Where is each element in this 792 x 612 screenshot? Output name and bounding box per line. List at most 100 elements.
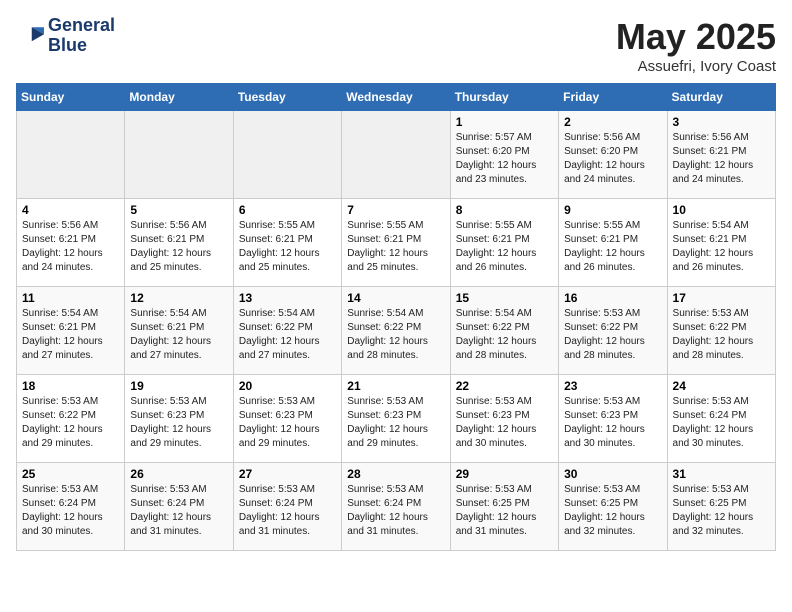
weekday-header-saturday: Saturday (667, 84, 775, 111)
day-number: 1 (456, 115, 553, 129)
calendar-cell: 29 Sunrise: 5:53 AM Sunset: 6:25 PM Dayl… (450, 463, 558, 551)
calendar-cell: 27 Sunrise: 5:53 AM Sunset: 6:24 PM Dayl… (233, 463, 341, 551)
day-info: Sunrise: 5:55 AM Sunset: 6:21 PM Dayligh… (456, 219, 553, 275)
calendar-cell: 31 Sunrise: 5:53 AM Sunset: 6:25 PM Dayl… (667, 463, 775, 551)
calendar-cell: 22 Sunrise: 5:53 AM Sunset: 6:23 PM Dayl… (450, 375, 558, 463)
day-info: Sunrise: 5:53 AM Sunset: 6:23 PM Dayligh… (456, 395, 553, 451)
day-info: Sunrise: 5:53 AM Sunset: 6:24 PM Dayligh… (22, 483, 119, 539)
day-number: 21 (347, 379, 444, 393)
calendar-title: May 2025 (616, 16, 776, 58)
calendar-cell: 1 Sunrise: 5:57 AM Sunset: 6:20 PM Dayli… (450, 111, 558, 199)
day-number: 11 (22, 291, 119, 305)
day-number: 31 (673, 467, 770, 481)
weekday-header-sunday: Sunday (17, 84, 125, 111)
day-number: 27 (239, 467, 336, 481)
day-number: 6 (239, 203, 336, 217)
day-number: 3 (673, 115, 770, 129)
calendar-subtitle: Assuefri, Ivory Coast (616, 58, 776, 75)
calendar-cell: 20 Sunrise: 5:53 AM Sunset: 6:23 PM Dayl… (233, 375, 341, 463)
weekday-header-friday: Friday (559, 84, 667, 111)
calendar-week-row: 11 Sunrise: 5:54 AM Sunset: 6:21 PM Dayl… (17, 287, 776, 375)
day-info: Sunrise: 5:54 AM Sunset: 6:21 PM Dayligh… (673, 219, 770, 275)
day-number: 8 (456, 203, 553, 217)
calendar-cell: 28 Sunrise: 5:53 AM Sunset: 6:24 PM Dayl… (342, 463, 450, 551)
calendar-cell: 5 Sunrise: 5:56 AM Sunset: 6:21 PM Dayli… (125, 199, 233, 287)
calendar-cell (342, 111, 450, 199)
calendar-cell: 13 Sunrise: 5:54 AM Sunset: 6:22 PM Dayl… (233, 287, 341, 375)
day-number: 14 (347, 291, 444, 305)
calendar-cell: 6 Sunrise: 5:55 AM Sunset: 6:21 PM Dayli… (233, 199, 341, 287)
calendar-week-row: 18 Sunrise: 5:53 AM Sunset: 6:22 PM Dayl… (17, 375, 776, 463)
day-number: 19 (130, 379, 227, 393)
calendar-cell: 21 Sunrise: 5:53 AM Sunset: 6:23 PM Dayl… (342, 375, 450, 463)
day-number: 9 (564, 203, 661, 217)
generalblue-logo-icon (16, 22, 44, 50)
day-info: Sunrise: 5:55 AM Sunset: 6:21 PM Dayligh… (564, 219, 661, 275)
day-info: Sunrise: 5:53 AM Sunset: 6:24 PM Dayligh… (347, 483, 444, 539)
calendar-cell: 11 Sunrise: 5:54 AM Sunset: 6:21 PM Dayl… (17, 287, 125, 375)
day-info: Sunrise: 5:53 AM Sunset: 6:22 PM Dayligh… (673, 307, 770, 363)
calendar-cell (125, 111, 233, 199)
day-info: Sunrise: 5:53 AM Sunset: 6:24 PM Dayligh… (239, 483, 336, 539)
day-number: 28 (347, 467, 444, 481)
calendar-cell: 25 Sunrise: 5:53 AM Sunset: 6:24 PM Dayl… (17, 463, 125, 551)
day-info: Sunrise: 5:56 AM Sunset: 6:21 PM Dayligh… (22, 219, 119, 275)
calendar-cell: 15 Sunrise: 5:54 AM Sunset: 6:22 PM Dayl… (450, 287, 558, 375)
day-info: Sunrise: 5:54 AM Sunset: 6:22 PM Dayligh… (347, 307, 444, 363)
day-number: 30 (564, 467, 661, 481)
day-number: 29 (456, 467, 553, 481)
calendar-cell: 4 Sunrise: 5:56 AM Sunset: 6:21 PM Dayli… (17, 199, 125, 287)
day-info: Sunrise: 5:53 AM Sunset: 6:25 PM Dayligh… (456, 483, 553, 539)
weekday-header-tuesday: Tuesday (233, 84, 341, 111)
calendar-week-row: 1 Sunrise: 5:57 AM Sunset: 6:20 PM Dayli… (17, 111, 776, 199)
calendar-cell: 17 Sunrise: 5:53 AM Sunset: 6:22 PM Dayl… (667, 287, 775, 375)
day-info: Sunrise: 5:53 AM Sunset: 6:23 PM Dayligh… (347, 395, 444, 451)
day-number: 24 (673, 379, 770, 393)
day-info: Sunrise: 5:53 AM Sunset: 6:25 PM Dayligh… (564, 483, 661, 539)
day-number: 4 (22, 203, 119, 217)
calendar-cell: 14 Sunrise: 5:54 AM Sunset: 6:22 PM Dayl… (342, 287, 450, 375)
calendar-cell: 19 Sunrise: 5:53 AM Sunset: 6:23 PM Dayl… (125, 375, 233, 463)
day-number: 5 (130, 203, 227, 217)
calendar-table: SundayMondayTuesdayWednesdayThursdayFrid… (16, 83, 776, 551)
day-number: 22 (456, 379, 553, 393)
calendar-cell: 23 Sunrise: 5:53 AM Sunset: 6:23 PM Dayl… (559, 375, 667, 463)
day-info: Sunrise: 5:54 AM Sunset: 6:21 PM Dayligh… (130, 307, 227, 363)
calendar-week-row: 4 Sunrise: 5:56 AM Sunset: 6:21 PM Dayli… (17, 199, 776, 287)
day-info: Sunrise: 5:57 AM Sunset: 6:20 PM Dayligh… (456, 131, 553, 187)
calendar-cell: 30 Sunrise: 5:53 AM Sunset: 6:25 PM Dayl… (559, 463, 667, 551)
day-info: Sunrise: 5:55 AM Sunset: 6:21 PM Dayligh… (347, 219, 444, 275)
calendar-cell: 24 Sunrise: 5:53 AM Sunset: 6:24 PM Dayl… (667, 375, 775, 463)
logo: General Blue (16, 16, 115, 56)
day-info: Sunrise: 5:53 AM Sunset: 6:22 PM Dayligh… (564, 307, 661, 363)
day-info: Sunrise: 5:53 AM Sunset: 6:23 PM Dayligh… (130, 395, 227, 451)
calendar-cell: 9 Sunrise: 5:55 AM Sunset: 6:21 PM Dayli… (559, 199, 667, 287)
day-number: 25 (22, 467, 119, 481)
day-info: Sunrise: 5:55 AM Sunset: 6:21 PM Dayligh… (239, 219, 336, 275)
calendar-cell (233, 111, 341, 199)
calendar-cell: 8 Sunrise: 5:55 AM Sunset: 6:21 PM Dayli… (450, 199, 558, 287)
calendar-cell: 2 Sunrise: 5:56 AM Sunset: 6:20 PM Dayli… (559, 111, 667, 199)
day-number: 10 (673, 203, 770, 217)
calendar-cell (17, 111, 125, 199)
day-info: Sunrise: 5:56 AM Sunset: 6:20 PM Dayligh… (564, 131, 661, 187)
logo-text: General Blue (48, 16, 115, 56)
day-number: 23 (564, 379, 661, 393)
title-block: May 2025 Assuefri, Ivory Coast (616, 16, 776, 75)
logo-line2: Blue (48, 36, 115, 56)
calendar-cell: 16 Sunrise: 5:53 AM Sunset: 6:22 PM Dayl… (559, 287, 667, 375)
day-info: Sunrise: 5:53 AM Sunset: 6:24 PM Dayligh… (673, 395, 770, 451)
day-info: Sunrise: 5:53 AM Sunset: 6:25 PM Dayligh… (673, 483, 770, 539)
calendar-week-row: 25 Sunrise: 5:53 AM Sunset: 6:24 PM Dayl… (17, 463, 776, 551)
day-info: Sunrise: 5:56 AM Sunset: 6:21 PM Dayligh… (130, 219, 227, 275)
day-number: 12 (130, 291, 227, 305)
day-number: 13 (239, 291, 336, 305)
day-info: Sunrise: 5:54 AM Sunset: 6:21 PM Dayligh… (22, 307, 119, 363)
day-number: 18 (22, 379, 119, 393)
calendar-cell: 12 Sunrise: 5:54 AM Sunset: 6:21 PM Dayl… (125, 287, 233, 375)
day-info: Sunrise: 5:53 AM Sunset: 6:22 PM Dayligh… (22, 395, 119, 451)
calendar-header: General Blue May 2025 Assuefri, Ivory Co… (16, 16, 776, 75)
day-number: 15 (456, 291, 553, 305)
day-number: 17 (673, 291, 770, 305)
day-info: Sunrise: 5:53 AM Sunset: 6:23 PM Dayligh… (239, 395, 336, 451)
